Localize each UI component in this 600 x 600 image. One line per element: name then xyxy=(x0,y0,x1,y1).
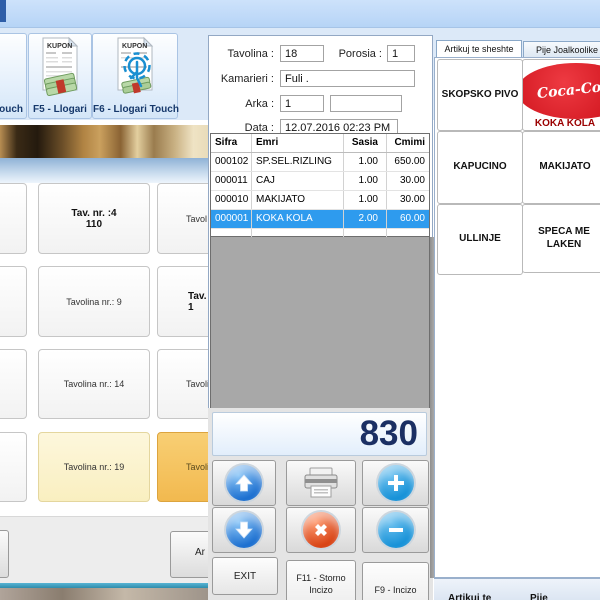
svg-text:KUPON: KUPON xyxy=(122,43,147,50)
svg-text:KUPON: KUPON xyxy=(47,43,72,50)
table-row-selected[interactable]: 000001 KOKA KOLA 2.00 60.00 xyxy=(211,210,429,229)
kupon-touch-icon: KUPON xyxy=(112,36,158,100)
f11-storno-label-line1: F11 - Storno xyxy=(287,573,355,583)
table-button-5-label: Tavol xyxy=(186,214,207,224)
f9-incizo-button[interactable]: F9 - Incizo xyxy=(362,562,429,600)
total-display: 830 xyxy=(212,412,427,456)
item-kapucino[interactable]: KAPUCINO xyxy=(437,131,523,204)
table-button-19[interactable]: Tavolina nr.: 19 xyxy=(38,432,150,502)
table-button-14-label: Tavolina nr.: 14 xyxy=(64,379,125,389)
table-button-10-line1: Tav. xyxy=(188,291,207,302)
item-ullinje[interactable]: ULLINJE xyxy=(437,204,523,275)
bottom-bar-partial-button[interactable] xyxy=(0,530,9,578)
porosia-label: Porosia : xyxy=(330,48,382,60)
arka-label: Arka : xyxy=(200,98,274,110)
bottom-tab-artikuj[interactable]: Artikuj te xyxy=(448,593,491,600)
arrow-up-icon xyxy=(226,465,262,501)
order-table-header: Sifra Emri Sasia Cmimi xyxy=(211,134,429,153)
print-button[interactable] xyxy=(286,460,356,506)
table-button-partial-1[interactable] xyxy=(0,183,27,254)
table-button-10-line2: 1 xyxy=(188,302,194,313)
header-sifra: Sifra xyxy=(211,134,252,152)
item-speca-me-laken[interactable]: SPECA ME LAKEN xyxy=(522,204,600,273)
right-panel-bottom-tabs: Artikuj te Pije xyxy=(434,578,600,600)
tab-pije-joalkoolike[interactable]: Pije Joalkoolike xyxy=(523,41,600,58)
item-koka-kola-label: KOKA KOLA xyxy=(523,118,600,131)
pos-window: Touch KUPON F5 - Llogari KUPON xyxy=(0,0,600,600)
add-item-button[interactable] xyxy=(362,460,429,506)
table-button-4[interactable]: Tav. nr. :4 110 xyxy=(38,183,150,254)
item-makijato[interactable]: MAKIJATO xyxy=(522,131,600,204)
table-row[interactable]: 000102 SP.SEL.RIZLING 1.00 650.00 xyxy=(211,153,429,172)
ribbon-button-partial[interactable]: Touch xyxy=(0,33,27,119)
kamarieri-label: Kamarieri : xyxy=(200,73,274,85)
remove-item-button[interactable] xyxy=(362,507,429,553)
window-top-bar xyxy=(0,0,600,28)
table-button-9[interactable]: Tavolina nr.: 9 xyxy=(38,266,150,337)
ribbon-button-partial-label: Touch xyxy=(0,104,26,115)
table-empty-area xyxy=(210,237,430,408)
porosia-field[interactable]: 1 xyxy=(387,45,415,62)
table-button-9-label: Tavolina nr.: 9 xyxy=(66,297,122,307)
coca-cola-logo: Coca-Cola xyxy=(522,63,600,119)
window-corner-accent xyxy=(0,0,6,22)
bottom-tab-pije[interactable]: Pije xyxy=(530,593,548,600)
f9-incizo-label: F9 - Incizo xyxy=(363,585,428,595)
tab-artikuj-te-sheshte[interactable]: Artikuj te sheshte xyxy=(436,40,522,57)
move-up-button[interactable] xyxy=(212,460,276,506)
printer-icon xyxy=(302,466,340,500)
table-button-partial-3[interactable] xyxy=(0,349,27,419)
item-skopsko-pivo[interactable]: SKOPSKO PIVO xyxy=(437,59,523,131)
plus-icon xyxy=(378,465,414,501)
table-row[interactable]: 000010 MAKIJATO 1.00 30.00 xyxy=(211,191,429,210)
table-button-19-label: Tavolina nr.: 19 xyxy=(64,462,125,472)
artikuj-button-label: Ar xyxy=(195,547,205,558)
kupon-invoice-icon: KUPON xyxy=(37,36,83,100)
tab-artikuj-label: Artikuj te sheshte xyxy=(444,44,513,54)
table-button-partial-4[interactable] xyxy=(0,432,27,502)
f11-storno-label-line2: Incizo xyxy=(287,585,355,595)
table-button-14[interactable]: Tavolina nr.: 14 xyxy=(38,349,150,419)
f6-llogari-touch-label: F6 - Llogari Touch xyxy=(93,104,177,115)
f5-llogari-button[interactable]: KUPON F5 - Llogari xyxy=(28,33,92,119)
table-button-20-label: Tavoli xyxy=(186,462,209,472)
table-row[interactable]: 000011 CAJ 1.00 30.00 xyxy=(211,172,429,191)
arka-field[interactable]: 1 xyxy=(280,95,324,112)
item-koka-kola[interactable]: Coca-Cola KOKA KOLA xyxy=(522,59,600,131)
tab-pije-label: Pije Joalkoolike xyxy=(536,45,598,55)
table-button-4-line1: Tav. nr. :4 xyxy=(71,208,116,219)
tavolina-field[interactable]: 18 xyxy=(280,45,324,62)
kamarieri-field[interactable]: Fuli . xyxy=(280,70,415,87)
cancel-x-icon xyxy=(303,512,339,548)
f6-llogari-touch-button[interactable]: KUPON F6 - Llogari Touch xyxy=(92,33,178,119)
f5-llogari-label: F5 - Llogari xyxy=(29,104,91,115)
header-emri: Emri xyxy=(252,134,344,152)
exit-button-label: EXIT xyxy=(213,571,277,582)
table-button-15-label: Tavoli xyxy=(186,379,209,389)
blue-gradient-strip xyxy=(0,158,208,183)
exit-button[interactable]: EXIT xyxy=(212,557,278,595)
arrow-down-icon xyxy=(226,512,262,548)
arka-field-2[interactable] xyxy=(330,95,402,112)
tavolina-label: Tavolina : xyxy=(200,48,274,60)
header-sasia: Sasia xyxy=(344,134,387,152)
f11-storno-button[interactable]: F11 - Storno Incizo xyxy=(286,560,356,600)
move-down-button[interactable] xyxy=(212,507,276,553)
table-button-partial-2[interactable] xyxy=(0,266,27,337)
order-items-table: Sifra Emri Sasia Cmimi 000102 SP.SEL.RIZ… xyxy=(210,133,430,237)
wood-banner-image xyxy=(0,125,208,158)
background-photo-strip xyxy=(0,588,208,600)
table-button-4-line2: 110 xyxy=(86,219,102,230)
header-cmimi: Cmimi xyxy=(387,134,427,152)
cancel-button[interactable] xyxy=(286,507,356,553)
minus-icon xyxy=(378,512,414,548)
